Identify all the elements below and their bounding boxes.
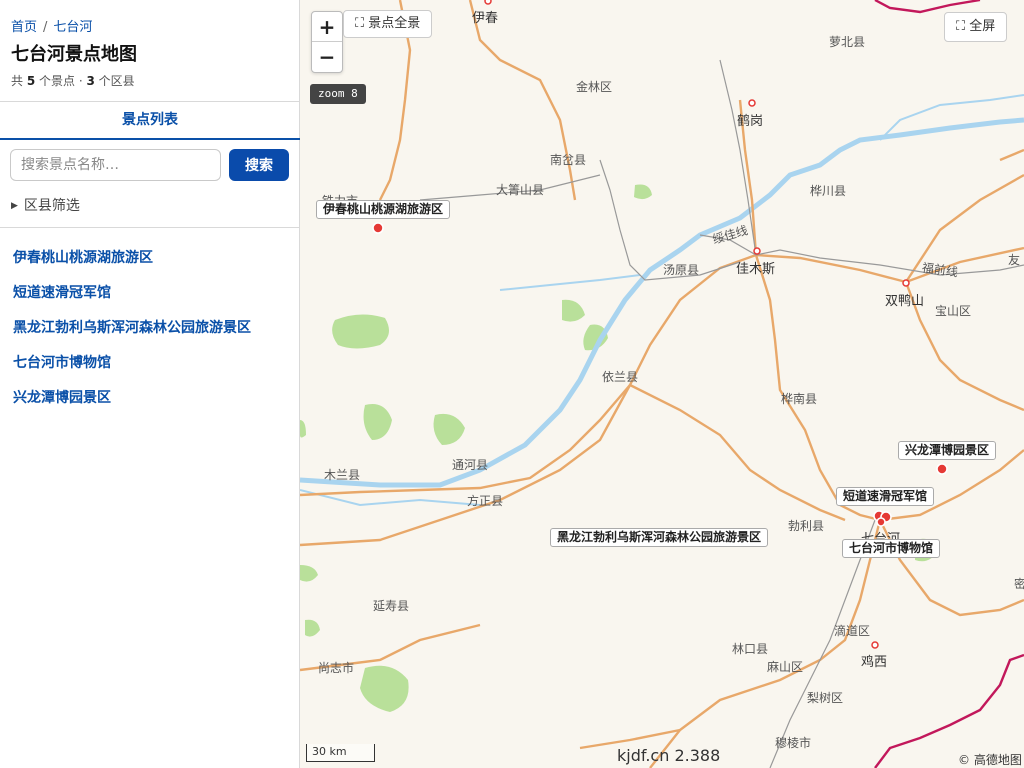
- triangle-right-icon: ▶: [11, 201, 18, 211]
- district-count: 3: [86, 74, 95, 88]
- breadcrumb-home[interactable]: 首页: [11, 20, 37, 35]
- place-label: 滴道区: [834, 624, 871, 638]
- search-input[interactable]: [10, 149, 221, 181]
- summary-prefix: 共: [11, 74, 27, 88]
- fit-all-button[interactable]: ⛶ 景点全景: [343, 10, 433, 38]
- zoom-control: + −: [311, 11, 343, 73]
- tab-poi-list[interactable]: 景点列表: [0, 102, 300, 140]
- expand-icon: ⛶: [355, 16, 365, 31]
- fullscreen-label: 全屏: [969, 19, 996, 34]
- place-label: 尚志市: [318, 661, 355, 675]
- place-label: 依兰县: [602, 370, 639, 384]
- poi-list-item[interactable]: 短道速滑冠军馆: [13, 284, 251, 319]
- fullscreen-button[interactable]: ⛶ 全屏: [944, 12, 1008, 42]
- place-label: 汤原县: [663, 263, 700, 277]
- poi-map-label[interactable]: 短道速滑冠军馆: [836, 487, 935, 506]
- scale-bar: 30 km: [306, 744, 375, 762]
- place-label: 穆棱市: [775, 736, 812, 750]
- summary-suffix: 个区县: [94, 74, 135, 88]
- page-title: 七台河景点地图: [11, 44, 137, 65]
- place-label: 佳木斯: [736, 262, 776, 277]
- place-label: 宝山区: [935, 304, 972, 318]
- province-border: [874, 0, 1024, 768]
- place-label: 金林区: [576, 80, 613, 94]
- place-label: 南岔县: [550, 153, 587, 167]
- zoom-in-button[interactable]: +: [312, 12, 342, 42]
- breadcrumb: 首页 / 七台河: [11, 16, 92, 35]
- breadcrumb-separator: /: [43, 20, 48, 35]
- breadcrumb-current[interactable]: 七台河: [53, 20, 92, 35]
- poi-map-label[interactable]: 黑龙江勃利乌斯浑河森林公园旅游景区: [550, 528, 769, 547]
- map-canvas[interactable]: 伊春 萝北县 金林区 鹤岗 南岔县 大箐山县 铁力市 桦川县 绥佳线 佳木斯 汤…: [300, 0, 1024, 768]
- place-label: 林口县: [732, 642, 769, 656]
- place-label: 友: [1008, 253, 1021, 267]
- summary-text: 共 5 个景点 · 3 个区县: [11, 72, 135, 89]
- place-label: 密: [1014, 577, 1024, 591]
- map-basemap: [300, 0, 1024, 768]
- search-button[interactable]: 搜索: [229, 149, 289, 181]
- district-filter-toggle[interactable]: ▶ 区县筛选: [11, 195, 80, 215]
- sidebar: 首页 / 七台河 七台河景点地图 共 5 个景点 · 3 个区县 景点列表 搜索 ▶…: [0, 0, 300, 768]
- poi-list-item[interactable]: 伊春桃山桃源湖旅游区: [13, 249, 251, 284]
- poi-list-item[interactable]: 兴龙潭博园景区: [13, 389, 251, 424]
- place-label: 方正县: [467, 494, 504, 508]
- map-attribution[interactable]: © 高德地图: [958, 751, 1022, 768]
- place-label: 麻山区: [767, 660, 804, 674]
- place-label: 桦南县: [781, 392, 818, 406]
- poi-map-label[interactable]: 兴龙潭博园景区: [898, 441, 997, 460]
- zoom-out-button[interactable]: −: [312, 42, 342, 72]
- poi-list-item[interactable]: 七台河市博物馆: [13, 354, 251, 389]
- spot-count: 5: [26, 74, 36, 88]
- zoom-level-badge: zoom 8: [310, 84, 366, 104]
- district-filter-label: 区县筛选: [23, 198, 80, 214]
- place-label: 鸡西: [861, 655, 888, 670]
- poi-list: 伊春桃山桃源湖旅游区 短道速滑冠军馆 黑龙江勃利乌斯浑河森林公园旅游景区 七台河…: [13, 249, 251, 424]
- place-label: 双鸭山: [885, 294, 925, 309]
- place-label: 勃利县: [788, 519, 825, 533]
- place-label: 大箐山县: [496, 183, 545, 197]
- divider: [0, 227, 300, 228]
- fit-all-label: 景点全景: [368, 16, 421, 31]
- poi-map-label[interactable]: 伊春桃山桃源湖旅游区: [316, 200, 451, 219]
- place-label: 通河县: [452, 458, 489, 472]
- place-label: 伊春: [472, 11, 499, 26]
- place-label: 萝北县: [829, 35, 866, 49]
- poi-markers: [372, 222, 948, 527]
- summary-mid: 个景点 ·: [35, 74, 87, 88]
- poi-map-label[interactable]: 七台河市博物馆: [842, 539, 941, 558]
- place-label: 木兰县: [324, 468, 361, 482]
- railways: [419, 59, 1024, 768]
- place-label: 鹤岗: [737, 114, 764, 129]
- poi-list-item[interactable]: 黑龙江勃利乌斯浑河森林公园旅游景区: [13, 319, 251, 354]
- version-text: kjdf.cn 2.388: [617, 746, 721, 765]
- place-label: 桦川县: [810, 184, 847, 198]
- place-label: 梨树区: [807, 691, 844, 705]
- place-label: 延寿县: [373, 599, 410, 613]
- expand-icon: ⛶: [956, 19, 966, 34]
